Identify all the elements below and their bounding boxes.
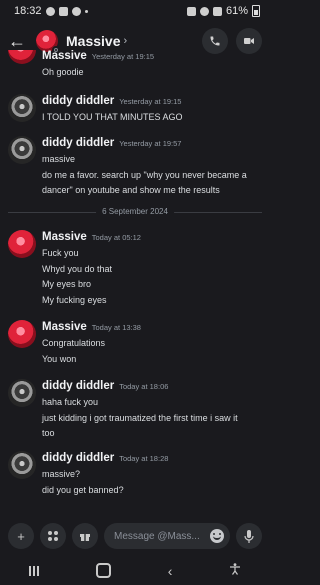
message-text: just kidding i got traumatized the first… — [42, 413, 238, 423]
message-author[interactable]: Massive Yesterday at 19:15 — [42, 50, 154, 62]
voice-message-button[interactable] — [236, 523, 262, 549]
message-composer: + Message @Mass... — [0, 518, 270, 554]
avatar[interactable] — [8, 379, 36, 407]
avatar[interactable] — [36, 30, 60, 54]
message-author[interactable]: diddy diddler Yesterday at 19:57 — [42, 137, 181, 149]
message-author[interactable]: Massive Today at 13:38 — [42, 321, 141, 333]
message-text: I TOLD YOU THAT MINUTES AGO — [42, 112, 183, 122]
message-text: haha fuck you — [42, 397, 99, 407]
apps-icon — [48, 531, 58, 541]
message-text: dancer" on youtube and show me the resul… — [42, 185, 220, 195]
battery-icon — [252, 5, 260, 17]
chevron-left-icon[interactable]: ‹ — [168, 563, 173, 579]
home-icon[interactable] — [95, 563, 111, 578]
status-bar: 18:32 61% — [0, 0, 270, 22]
status-time: 18:32 — [14, 5, 42, 17]
avatar[interactable] — [8, 50, 36, 64]
alarm-icon — [186, 6, 196, 16]
phone-icon — [210, 36, 220, 46]
message-text: Whyd you do that — [42, 264, 113, 274]
message-author[interactable]: Massive Today at 05:12 — [42, 231, 141, 243]
messenger-icon — [71, 6, 81, 16]
message-author[interactable]: diddy diddler Yesterday at 19:15 — [42, 95, 181, 107]
message-timestamp: Today at 05:12 — [91, 233, 141, 242]
message-text: massive? — [42, 469, 81, 479]
video-icon — [244, 38, 254, 44]
apps-button[interactable] — [40, 523, 66, 549]
message-timestamp: Yesterday at 19:15 — [119, 97, 182, 106]
arrow-left-icon[interactable]: ← — [8, 31, 30, 52]
add-attachment-button[interactable]: + — [8, 523, 34, 549]
recents-icon[interactable] — [28, 565, 39, 576]
gallery-icon — [58, 6, 68, 16]
message-text: Fuck you — [42, 248, 79, 258]
plus-icon: + — [17, 528, 25, 544]
message-timestamp: Yesterday at 19:57 — [119, 139, 182, 148]
message-input-placeholder: Message @Mass... — [114, 530, 200, 542]
message-text: You won — [42, 354, 77, 364]
message-timestamp: Today at 18:28 — [119, 454, 169, 463]
message-text: Congratulations — [42, 338, 106, 348]
system-nav-bar: ‹ — [0, 556, 270, 585]
message-text: My fucking eyes — [42, 295, 107, 305]
message-timestamp: Today at 18:06 — [119, 382, 169, 391]
avatar[interactable] — [8, 136, 36, 164]
battery-percent: 61% — [225, 5, 248, 17]
message-timestamp: Yesterday at 19:15 — [91, 52, 155, 61]
date-divider-label: 6 September 2024 — [96, 207, 174, 216]
chevron-right-icon[interactable]: › — [123, 35, 127, 47]
avatar[interactable] — [8, 320, 36, 348]
avatar[interactable] — [8, 230, 36, 258]
message-author[interactable]: diddy diddler Today at 18:28 — [42, 452, 168, 464]
more-notifications-icon — [84, 9, 88, 13]
page-title[interactable]: Massive — [66, 33, 120, 49]
date-divider: 6 September 2024 — [8, 207, 262, 217]
message-list[interactable]: Massive Yesterday at 19:15 Oh goodie didd… — [0, 50, 270, 510]
wifi-icon — [199, 6, 209, 16]
emoji-icon[interactable] — [210, 529, 224, 543]
gift-button[interactable] — [72, 523, 98, 549]
microphone-icon — [244, 529, 254, 543]
avatar[interactable] — [8, 451, 36, 479]
message-text: do me a favor. search up "why you never … — [42, 170, 247, 180]
notification-icon — [45, 6, 55, 16]
avatar[interactable] — [8, 94, 36, 122]
message-text: too — [42, 428, 55, 438]
message-text: Oh goodie — [42, 67, 84, 77]
accessibility-icon[interactable] — [229, 562, 241, 580]
message-text: did you get banned? — [42, 485, 124, 495]
message-input[interactable]: Message @Mass... — [104, 523, 230, 549]
gift-icon — [80, 534, 90, 541]
message-author[interactable]: diddy diddler Today at 18:06 — [42, 380, 168, 392]
signal-icon — [212, 6, 222, 16]
message-text: massive — [42, 154, 76, 164]
message-text: My eyes bro — [42, 279, 92, 289]
message-timestamp: Today at 13:38 — [91, 323, 141, 332]
